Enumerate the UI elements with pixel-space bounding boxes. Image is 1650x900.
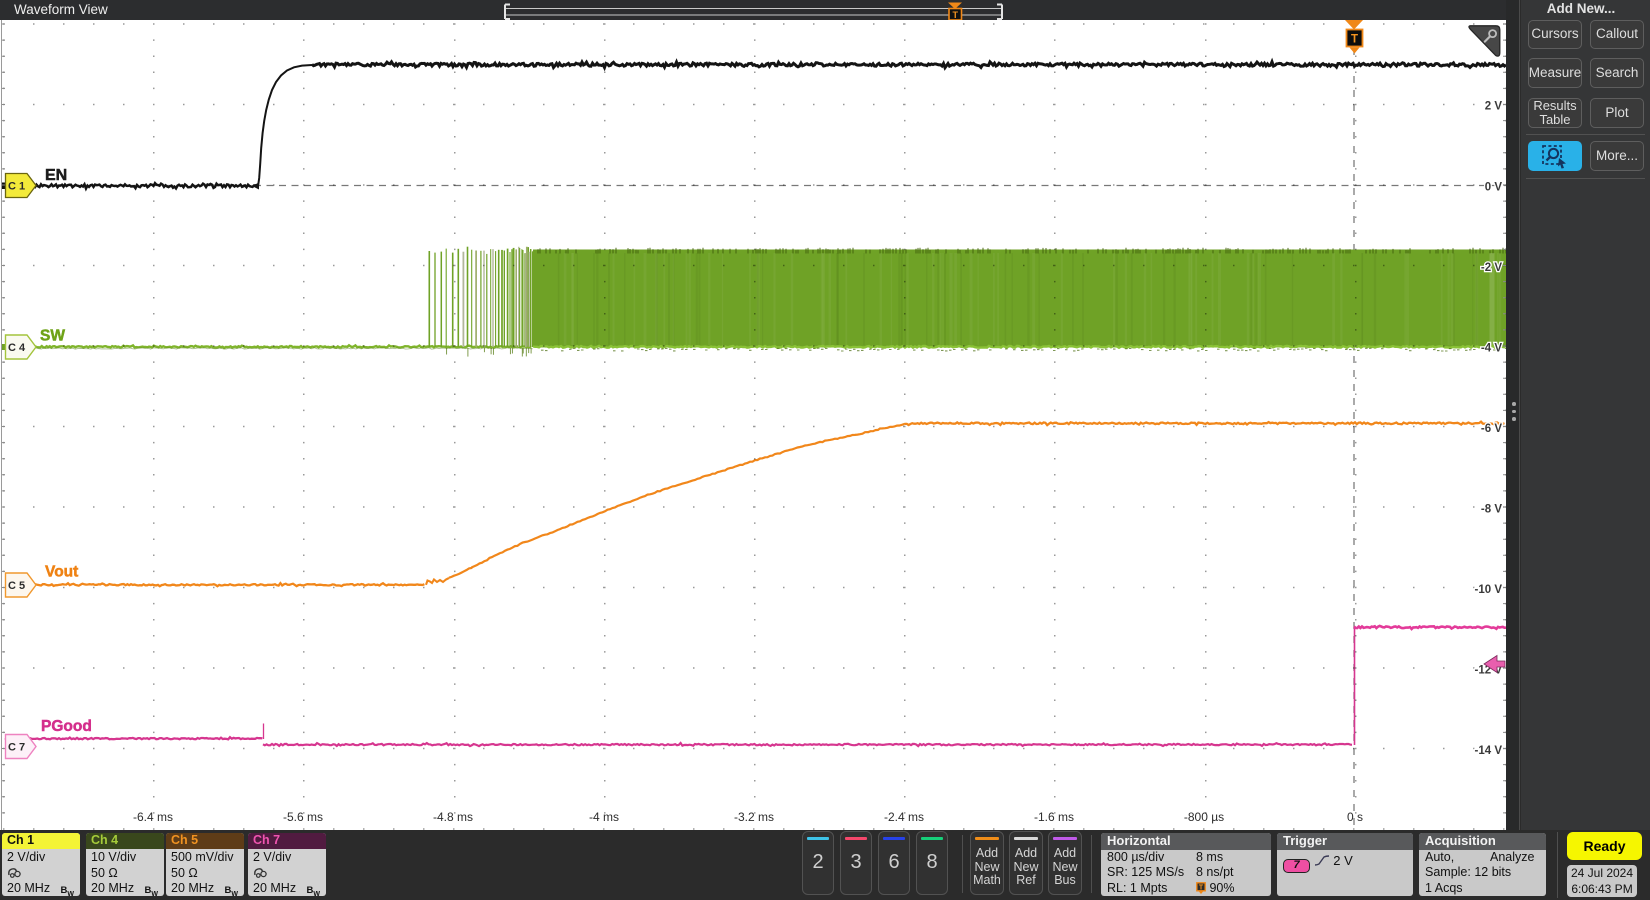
- svg-text:-5.6 ms: -5.6 ms: [283, 810, 323, 824]
- svg-text:T: T: [1351, 34, 1358, 46]
- svg-text:-6 V: -6 V: [1481, 423, 1502, 435]
- svg-text:Vout: Vout: [45, 564, 78, 581]
- svg-text:SW: SW: [40, 328, 65, 345]
- svg-text:-4 ms: -4 ms: [589, 810, 619, 824]
- svg-text:0 s: 0 s: [1347, 810, 1363, 824]
- svg-text:0 V: 0 V: [1485, 182, 1503, 194]
- svg-text:-10 V: -10 V: [1475, 584, 1503, 596]
- svg-text:T: T: [1199, 884, 1204, 891]
- svg-text:-6.4 ms: -6.4 ms: [133, 810, 173, 824]
- svg-text:-14 V: -14 V: [1475, 745, 1503, 757]
- svg-text:-4 V: -4 V: [1481, 343, 1502, 355]
- svg-text:T: T: [953, 10, 959, 20]
- svg-text:-4.8 ms: -4.8 ms: [433, 810, 473, 824]
- svg-text:C 4: C 4: [8, 342, 26, 354]
- svg-text:C 5: C 5: [8, 580, 25, 592]
- svg-text:C 7: C 7: [8, 742, 25, 754]
- svg-text:-8 V: -8 V: [1481, 504, 1502, 516]
- svg-text:-2.4 ms: -2.4 ms: [884, 810, 924, 824]
- svg-text:-800 µs: -800 µs: [1184, 810, 1224, 824]
- svg-text:C 1: C 1: [8, 181, 25, 193]
- svg-text:-2 V: -2 V: [1481, 262, 1502, 274]
- svg-text:PGood: PGood: [41, 718, 92, 735]
- svg-text:2 V: 2 V: [1485, 101, 1503, 113]
- svg-text:-3.2 ms: -3.2 ms: [734, 810, 774, 824]
- svg-text:-1.6 ms: -1.6 ms: [1034, 810, 1074, 824]
- svg-text:EN: EN: [45, 167, 67, 184]
